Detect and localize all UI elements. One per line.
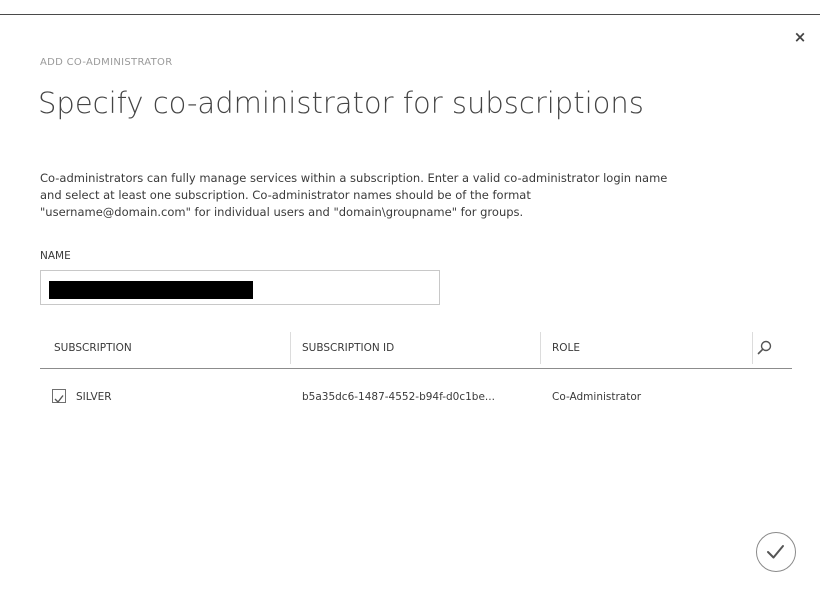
table-row[interactable]: SILVER b5a35dc6-1487-4552-b94f-d0c1be...… (40, 382, 792, 412)
dialog-description: Co-administrators can fully manage servi… (40, 170, 780, 221)
column-separator (540, 332, 541, 364)
column-header-subscription-id[interactable]: SUBSCRIPTION ID (302, 328, 394, 368)
column-header-subscription[interactable]: SUBSCRIPTION (54, 328, 132, 368)
column-separator (752, 332, 753, 364)
cell-subscription: SILVER (76, 391, 112, 403)
cell-subscription-id: b5a35dc6-1487-4552-b94f-d0c1be... (302, 391, 495, 403)
close-icon: × (793, 28, 807, 46)
close-button[interactable]: × (792, 29, 808, 45)
description-line: "username@domain.com" for individual use… (40, 205, 524, 219)
description-line: Co-administrators can fully manage servi… (40, 171, 668, 185)
name-input[interactable] (40, 270, 440, 305)
dialog-eyebrow: ADD CO-ADMINISTRATOR (40, 57, 173, 68)
dialog-title: Specify co-administrator for subscriptio… (38, 86, 644, 120)
description-line: and select at least one subscription. Co… (40, 188, 531, 202)
confirm-button[interactable] (756, 532, 796, 572)
search-icon[interactable] (756, 339, 774, 357)
redacted-value (49, 281, 253, 299)
checkbox-checked-icon (54, 395, 64, 404)
checkmark-icon (767, 545, 784, 559)
top-divider (0, 0, 820, 15)
name-label: NAME (40, 250, 71, 262)
column-header-role[interactable]: ROLE (552, 328, 580, 368)
row-checkbox[interactable] (52, 389, 66, 404)
subscription-table-header: SUBSCRIPTION SUBSCRIPTION ID ROLE (40, 328, 792, 369)
cell-role: Co-Administrator (552, 391, 642, 403)
column-separator (290, 332, 291, 364)
